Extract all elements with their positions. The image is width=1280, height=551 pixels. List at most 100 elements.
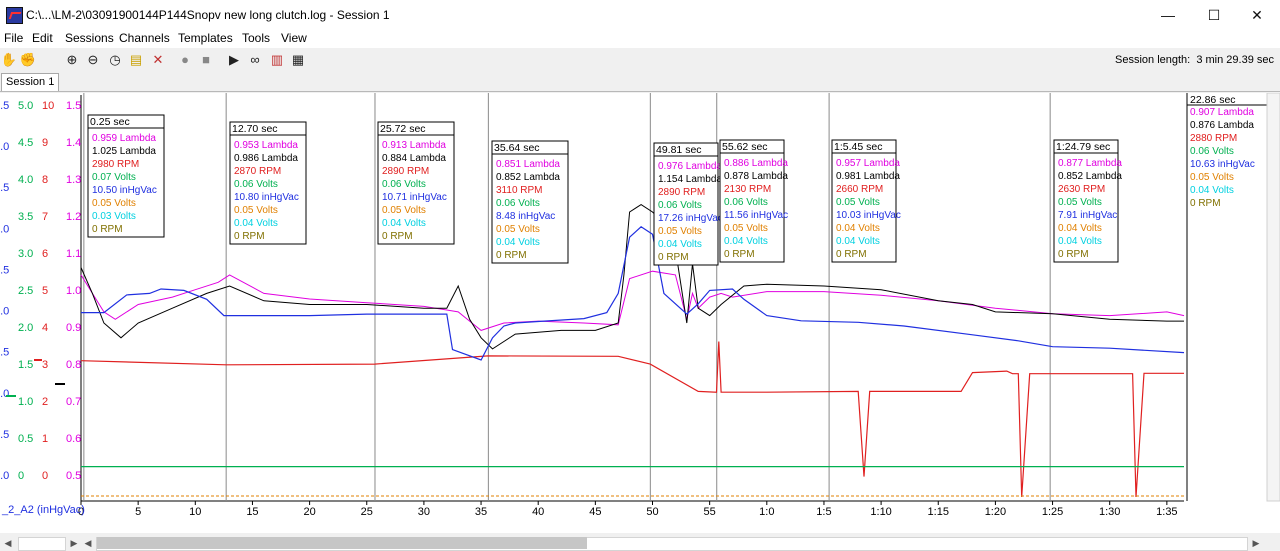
- x-tick-label: 1:5: [816, 506, 831, 518]
- readout-value: 0.06 Volts: [234, 179, 278, 190]
- menu-tools[interactable]: Tools: [242, 31, 270, 45]
- y-tick-label: 2.5: [18, 285, 33, 297]
- marker-black: [55, 383, 65, 385]
- zoom-in-icon[interactable]: ⊕: [63, 51, 81, 69]
- readout-value: 0 RPM: [496, 250, 527, 261]
- maximize-button[interactable]: ☐: [1191, 0, 1237, 30]
- readout-value: 0.05 Volts: [92, 198, 136, 209]
- close-button[interactable]: ✕: [1234, 0, 1280, 30]
- readout-value: 0.04 Volts: [724, 236, 768, 247]
- x-tick-label: 10: [189, 506, 201, 518]
- readout-value: 11.56 inHgVac: [724, 210, 788, 221]
- readout-value: 0.05 Volts: [234, 205, 278, 216]
- readout-value: 0.04 Volts: [234, 218, 278, 229]
- readout-value: 0 RPM: [1058, 249, 1089, 260]
- readout-value: 17.26 inHgVac: [658, 213, 723, 224]
- y-tick-label: 2.5: [0, 264, 9, 276]
- hand-icon[interactable]: ✋: [0, 51, 18, 69]
- record-icon[interactable]: ●: [176, 51, 194, 69]
- binoculars-icon[interactable]: ∞: [246, 51, 264, 69]
- y-tick-label: 10: [42, 100, 54, 112]
- grab-icon[interactable]: ✊: [19, 51, 37, 69]
- readout-value: 2660 RPM: [836, 184, 883, 195]
- session-length: Session length: 3 min 29.39 sec: [1115, 54, 1274, 66]
- menu-sessions[interactable]: Sessions: [65, 31, 114, 45]
- menu-view[interactable]: View: [281, 31, 307, 45]
- readout-value: 0.04 Volts: [382, 218, 426, 229]
- right-readout-value: 2880 RPM: [1190, 133, 1237, 144]
- readout-value: 1.025 Lambda: [92, 146, 156, 157]
- readout-value: 2890 RPM: [382, 166, 429, 177]
- scroll-left-main-icon[interactable]: ◀: [80, 535, 96, 551]
- y-tick-label: 1.0: [66, 285, 81, 297]
- y-tick-label: 5.0: [0, 388, 9, 400]
- y-tick-label: 0: [18, 470, 24, 482]
- readout-value: 10.03 inHgVac: [836, 210, 901, 221]
- right-readout-value: 0.06 Volts: [1190, 146, 1234, 157]
- readout-value: 0.04 Volts: [496, 237, 540, 248]
- menu-channels[interactable]: Channels: [119, 31, 170, 45]
- note-icon[interactable]: ▤: [127, 51, 145, 69]
- y-tick-label: 1.0: [18, 396, 33, 408]
- readout-value: 0 RPM: [836, 249, 867, 260]
- cursor-readout-box: 1:24.79 sec 0.877 Lambda 0.852 Lambda 2630 …: [1053, 139, 1122, 263]
- x-tick-label: 40: [532, 506, 544, 518]
- readout-time: 12.70 sec: [232, 123, 278, 135]
- y-tick-label: 1.5: [18, 359, 33, 371]
- scroll-thumb[interactable]: [97, 537, 587, 549]
- y-tick-label: 2.0: [18, 322, 33, 334]
- readout-value: 0.05 Volts: [382, 205, 426, 216]
- right-readout-value: 0.05 Volts: [1190, 172, 1234, 183]
- vertical-scrollbar: [1266, 92, 1280, 502]
- y-tick-label: 2: [42, 396, 48, 408]
- title-bar: C:\...\LM-2\03091900144P144Snopv new lon…: [0, 0, 1280, 30]
- readout-value: 0.04 Volts: [836, 223, 880, 234]
- readout-value: 0.05 Volts: [724, 223, 768, 234]
- cursor-readout-box: 49.81 sec 0.976 Lambda 1.154 Lambda 2890 RP…: [653, 142, 723, 266]
- y-tick-label: 7.5: [0, 182, 9, 194]
- readout-value: 0.06 Volts: [724, 197, 768, 208]
- y-tick-label: 0.5: [18, 433, 33, 445]
- minimize-button[interactable]: —: [1145, 0, 1191, 30]
- right-readout-value: 10.63 inHgVac: [1190, 159, 1255, 170]
- readout-value: 0.959 Lambda: [92, 133, 156, 144]
- readout-value: 0.04 Volts: [658, 239, 702, 250]
- cursor-off-icon[interactable]: ✕: [149, 51, 167, 69]
- y-tick-label: 1.2: [66, 211, 81, 223]
- y-tick-label: 3.5: [18, 211, 33, 223]
- y-tick-label: 5.0: [18, 100, 33, 112]
- x-tick-label: 1:0: [759, 506, 774, 518]
- tab-session-1[interactable]: Session 1: [1, 73, 60, 91]
- readout-value: 0.07 Volts: [92, 172, 136, 183]
- stop-icon[interactable]: ■: [197, 51, 215, 69]
- readout-value: 2130 RPM: [724, 184, 771, 195]
- scroll-left-icon[interactable]: ◀: [0, 535, 16, 551]
- zoom-out-icon[interactable]: ⊖: [84, 51, 102, 69]
- y-tick-label: 0.0: [0, 306, 9, 318]
- readout-time: 0.25 sec: [90, 116, 130, 128]
- x-tick-label: 1:15: [928, 506, 949, 518]
- scroll-track-left[interactable]: [18, 537, 66, 551]
- toolbar: ✋ ✊ ⊕ ⊖ ◷ ▤ ✕ ● ■ ▶ ∞ ▥ ▦ Session length…: [0, 48, 1280, 72]
- readout-time: 49.81 sec: [656, 144, 702, 156]
- x-tick-label: 15: [246, 506, 258, 518]
- readout-value: 0.957 Lambda: [836, 158, 900, 169]
- scroll-right-icon[interactable]: ▶: [1248, 535, 1264, 551]
- readout-value: 0.981 Lambda: [836, 171, 900, 182]
- horizontal-scrollbar[interactable]: ◀ ▶ ◀ ▶: [0, 535, 1280, 551]
- y-tick-label: 2.5: [0, 100, 9, 112]
- chart-icon[interactable]: ▥: [268, 51, 286, 69]
- readout-value: 10.50 inHgVac: [92, 185, 157, 196]
- plot-area[interactable]: 2.5 0.0 7.5 5.0 2.5 0.0 7.5 5.0 2.5 0.0 5.0 4.5 4.0 3…: [0, 92, 1280, 533]
- readout-value: 0 RPM: [234, 231, 265, 242]
- menu-file[interactable]: File: [4, 31, 23, 45]
- menu-templates[interactable]: Templates: [178, 31, 233, 45]
- zoom-fit-icon[interactable]: ◷: [106, 51, 124, 69]
- menu-edit[interactable]: Edit: [32, 31, 53, 45]
- y-tick-label: 4.5: [18, 137, 33, 149]
- x-tick-label: 1:10: [870, 506, 891, 518]
- readout-value: 0.878 Lambda: [724, 171, 788, 182]
- grid-icon[interactable]: ▦: [289, 51, 307, 69]
- play-icon[interactable]: ▶: [225, 51, 243, 69]
- y-tick-label: 3.0: [18, 248, 33, 260]
